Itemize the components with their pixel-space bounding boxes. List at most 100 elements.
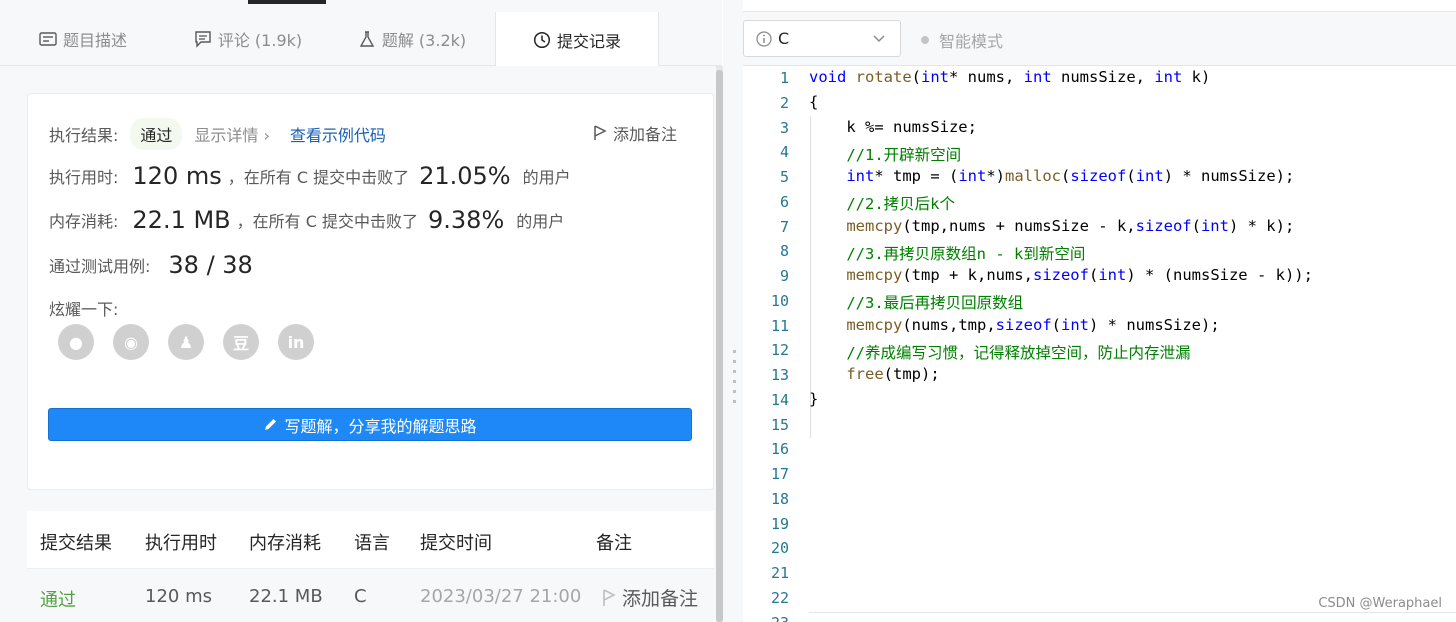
result-label: 执行结果: xyxy=(49,126,119,145)
memory-suffix: 的用户 xyxy=(516,212,565,231)
show-details-link[interactable]: 显示详情 › xyxy=(194,122,270,146)
left-scrollbar-thumb[interactable] xyxy=(716,70,723,622)
editor-header-strip xyxy=(743,0,1456,12)
code-line: //2.拷贝后k个 xyxy=(809,195,955,213)
line-number: 8 xyxy=(779,242,789,261)
language-value: C xyxy=(778,29,790,48)
share-icons: ● ◉ ♟ 豆 in xyxy=(58,324,314,360)
line-number: 9 xyxy=(779,267,789,285)
code-line: //3.再拷贝原数组n - k到新空间 xyxy=(809,245,1086,263)
code-line: int* tmp = (int*)malloc(sizeof(int) * nu… xyxy=(846,167,1295,185)
example-code-link[interactable]: 查看示例代码 xyxy=(290,122,386,146)
tab-solutions-label: 题解 (3.2k) xyxy=(381,31,467,50)
runtime-percent: 21.05% xyxy=(419,162,511,190)
code-line: { xyxy=(809,93,819,111)
tab-description-label: 题目描述 xyxy=(62,31,127,50)
language-select[interactable]: C xyxy=(743,20,901,57)
write-solution-label: 写题解，分享我的解题思路 xyxy=(284,416,477,436)
runtime-suffix: 的用户 xyxy=(522,168,571,187)
code-line: free(tmp); xyxy=(846,365,940,383)
code-line: //养成编写习惯，记得释放掉空间，防止内存泄漏 xyxy=(809,344,1191,362)
tab-description[interactable]: 题目描述 xyxy=(28,12,138,66)
add-note-button[interactable]: 添加备注 xyxy=(593,121,677,145)
header-memory: 内存消耗 xyxy=(249,533,321,554)
line-number: 1 xyxy=(779,69,789,87)
chevron-down-icon xyxy=(873,35,885,43)
panel-divider[interactable] xyxy=(723,0,743,622)
memory-value: 22.1 MB xyxy=(132,206,231,234)
line-number: 12 xyxy=(770,341,789,360)
line-number: 7 xyxy=(779,217,789,236)
line-number: 10 xyxy=(770,291,789,310)
flask-icon xyxy=(359,31,375,47)
left-scrollbar[interactable] xyxy=(716,66,723,622)
clock-icon xyxy=(533,31,551,48)
row-runtime: 120 ms xyxy=(145,586,212,607)
tests-label: 通过测试用例: xyxy=(49,257,151,276)
line-number: 4 xyxy=(779,143,789,162)
tests-row: 通过测试用例: 38 / 38 xyxy=(49,251,253,279)
editor-horizontal-scrollbar[interactable] xyxy=(809,612,1456,622)
header-result: 提交结果 xyxy=(40,533,112,554)
tab-solutions[interactable]: 题解 (3.2k) xyxy=(352,12,472,66)
code-line: } xyxy=(809,390,819,408)
mode-label: 智能模式 xyxy=(939,32,1004,51)
write-solution-button[interactable]: 写题解，分享我的解题思路 xyxy=(48,408,692,441)
row-add-note-button[interactable]: 添加备注 xyxy=(602,584,698,611)
tab-comments-label: 评论 (1.9k) xyxy=(217,31,303,50)
code-line: void rotate(int* nums, int numsSize, int… xyxy=(809,68,1211,86)
app-root: 题目描述 评论 (1.9k) 题解 (3.2k) 提交记录 执行结果: 通过 显… xyxy=(0,0,1456,622)
line-number: 19 xyxy=(770,514,789,533)
line-number: 21 xyxy=(770,564,789,582)
mode-dot-icon xyxy=(921,36,929,44)
line-number: 11 xyxy=(770,316,789,335)
code-line: k %= numsSize; xyxy=(809,118,977,136)
line-number: 13 xyxy=(770,366,789,384)
line-number: 2 xyxy=(779,93,789,112)
memory-text: ，在所有 C 提交中击败了 xyxy=(236,212,419,231)
pencil-icon xyxy=(265,419,277,430)
resize-handle[interactable] xyxy=(733,350,736,410)
runtime-label: 执行用时: xyxy=(49,168,119,187)
info-icon xyxy=(756,30,772,47)
share-label: 炫耀一下: xyxy=(49,300,119,319)
table-row[interactable]: 通过 120 ms 22.1 MB C 2023/03/27 21:00 添加备… xyxy=(27,569,714,622)
tab-bar: 题目描述 评论 (1.9k) 题解 (3.2k) 提交记录 xyxy=(0,0,722,67)
qq-icon[interactable]: ♟ xyxy=(168,324,204,360)
wechat-icon[interactable]: ● xyxy=(58,324,94,360)
runtime-value: 120 ms xyxy=(132,162,222,190)
row-time: 2023/03/27 21:00 xyxy=(420,586,582,607)
add-note-label: 添加备注 xyxy=(612,125,677,144)
code-editor[interactable]: 1234567891011121314151617181920212223 vo… xyxy=(743,66,1456,622)
code-line: memcpy(nums,tmp,sizeof(int) * numsSize); xyxy=(846,316,1220,334)
line-number: 3 xyxy=(779,118,789,137)
line-number: 17 xyxy=(770,465,789,483)
code-line: memcpy(tmp,nums + numsSize - k,sizeof(in… xyxy=(846,217,1295,235)
tab-submissions-label: 提交记录 xyxy=(556,31,621,51)
table-header: 提交结果 执行用时 内存消耗 语言 提交时间 备注 xyxy=(27,511,714,569)
weibo-icon[interactable]: ◉ xyxy=(113,324,149,360)
tab-comments[interactable]: 评论 (1.9k) xyxy=(188,12,308,66)
line-number: 23 xyxy=(771,614,789,622)
top-indicator xyxy=(248,0,326,4)
row-lang: C xyxy=(354,586,367,607)
line-number: 22 xyxy=(770,588,789,607)
share-row: 炫耀一下: xyxy=(49,296,118,320)
line-number: 14 xyxy=(770,390,789,409)
line-number: 20 xyxy=(770,539,789,558)
code-line: //3.最后再拷贝回原数组 xyxy=(809,294,1024,312)
runtime-text: ，在所有 C 提交中击败了 xyxy=(227,168,410,187)
memory-percent: 9.38% xyxy=(428,206,505,234)
tab-submissions[interactable]: 提交记录 xyxy=(495,12,659,67)
linkedin-icon[interactable]: in xyxy=(278,324,314,360)
row-result[interactable]: 通过 xyxy=(40,586,76,612)
editor-header: C 智能模式 xyxy=(743,0,1456,66)
watermark: CSDN @Weraphael xyxy=(1318,596,1442,611)
douban-icon[interactable]: 豆 xyxy=(223,324,259,360)
header-time: 提交时间 xyxy=(420,533,492,554)
code-line: //1.开辟新空间 xyxy=(809,146,962,164)
runtime-row: 执行用时: 120 ms ，在所有 C 提交中击败了 21.05% 的用户 xyxy=(49,162,571,190)
header-lang: 语言 xyxy=(354,533,390,554)
smart-mode-toggle[interactable]: 智能模式 xyxy=(921,28,1003,52)
tests-value: 38 / 38 xyxy=(168,251,253,279)
